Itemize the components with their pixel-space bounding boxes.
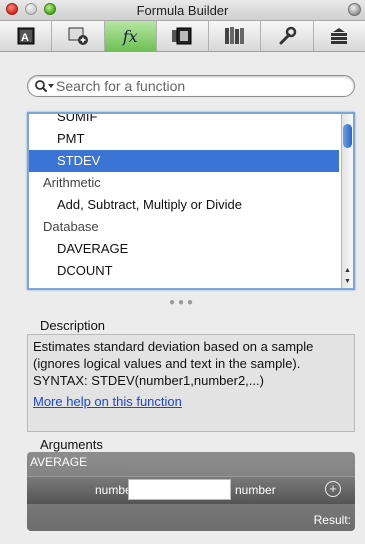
description-header: Description <box>40 318 106 333</box>
add-picture-icon <box>68 27 88 45</box>
argument-type: number <box>235 483 276 497</box>
argument-value-input[interactable] <box>128 479 231 500</box>
tool-object-palette[interactable]: A <box>0 21 53 51</box>
syntax-text: SYNTAX: STDEV(number1,number2,...) <box>33 373 264 388</box>
window-title: Formula Builder <box>136 3 229 18</box>
projects-icon <box>331 28 348 44</box>
list-item[interactable]: Add, Subtract, Multiply or Divide <box>29 194 339 216</box>
tool-projects[interactable] <box>314 21 365 51</box>
scrollbar-thumb[interactable] <box>343 124 352 148</box>
argument-row: number1 number + <box>27 476 355 504</box>
svg-text:A: A <box>21 32 29 44</box>
list-category: Database <box>29 216 339 238</box>
toolbox-toolbar: A fx <box>0 21 365 52</box>
help-link[interactable]: More help on this function <box>33 393 349 410</box>
reference-books-icon <box>224 27 244 44</box>
list-item-label: STDEV <box>57 153 101 168</box>
fx-icon: fx <box>122 26 138 46</box>
function-list[interactable]: SUMIF PMT STDEV Arithmetic Add, Subtract… <box>27 112 355 290</box>
list-scrollbar[interactable]: ▲ ▼ <box>341 114 353 288</box>
scroll-up-arrow-icon[interactable]: ▲ <box>342 265 353 276</box>
tool-reference-tools[interactable] <box>209 21 262 51</box>
wrench-icon <box>279 26 297 45</box>
list-item-label: DCOUNT <box>57 263 113 278</box>
object-palette-icon: A <box>17 27 35 45</box>
description-text: Estimates standard deviation based on a … <box>33 339 314 371</box>
tool-compatibility[interactable] <box>261 21 314 51</box>
list-item-label: PMT <box>57 131 85 146</box>
search-input[interactable] <box>56 78 346 94</box>
list-item-selected[interactable]: STDEV <box>29 150 339 172</box>
result-label: Result: <box>313 513 351 527</box>
split-view-grip-icon[interactable]: ●●● <box>0 297 365 308</box>
category-label: Database <box>43 219 99 234</box>
add-argument-icon[interactable]: + <box>325 481 341 497</box>
function-search-field[interactable] <box>27 75 355 97</box>
list-item[interactable]: PMT <box>29 128 339 150</box>
list-item[interactable]: DAVERAGE <box>29 238 339 260</box>
media-browser-icon <box>172 27 192 45</box>
search-icon[interactable] <box>34 79 56 93</box>
list-item-label: SUMIF <box>57 112 98 124</box>
toolbar-toggle-button[interactable] <box>348 3 361 16</box>
list-item-label: Add, Subtract, Multiply or Divide <box>57 197 242 212</box>
list-item[interactable]: DCOUNT <box>29 260 339 282</box>
list-item[interactable]: SUMIF <box>29 112 339 128</box>
list-item-label: DAVERAGE <box>57 241 129 256</box>
arguments-panel: AVERAGE number1 number + Result: <box>27 452 355 531</box>
category-label: Arithmetic <box>43 175 101 190</box>
tool-formula-builder[interactable]: fx <box>104 21 157 51</box>
scroll-down-arrow-icon[interactable]: ▼ <box>342 276 353 287</box>
title-bar: Formula Builder <box>0 0 365 21</box>
argument-function-name: AVERAGE <box>30 455 88 469</box>
tool-media-browser[interactable] <box>157 21 210 51</box>
arguments-header: Arguments <box>40 437 103 452</box>
tool-scrapbook[interactable] <box>52 21 105 51</box>
list-category: Arithmetic <box>29 172 339 194</box>
description-panel: Estimates standard deviation based on a … <box>27 334 355 432</box>
